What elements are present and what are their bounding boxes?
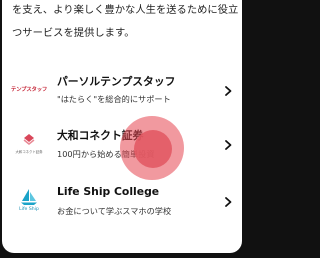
service-item-tempstaff[interactable]: テンプスタッフ パーソルテンプスタッフ "はたらく"を総合的にサポート xyxy=(2,64,242,118)
chevron-right-icon xyxy=(225,86,232,96)
service-name: Life Ship College xyxy=(57,185,160,198)
service-name: パーソルテンプスタッフ xyxy=(57,75,176,88)
life-ship-mark-icon xyxy=(21,189,37,205)
life-ship-logo: Life Ship xyxy=(14,185,44,215)
service-description: お金について学ぶスマホの学校 xyxy=(57,206,172,216)
service-item-life-ship-college[interactable]: Life Ship Life Ship College お金について学ぶスマホの… xyxy=(2,176,242,230)
tempstaff-logo: テンプスタッフ xyxy=(10,87,48,93)
chevron-right-icon xyxy=(225,140,232,150)
service-description: "はたらく"を総合的にサポート xyxy=(57,94,171,104)
app-frame: を支え、より楽しく豊かな人生を送るために役立つサービスを提供します。 テンプスタ… xyxy=(0,0,244,255)
tap-indicator-inner xyxy=(134,130,172,168)
chevron-right-icon xyxy=(225,197,232,207)
daiwa-connect-logo: 大和コネクト証券 xyxy=(14,128,44,158)
daiwa-connect-mark-icon xyxy=(23,133,35,145)
intro-paragraph: を支え、より楽しく豊かな人生を送るために役立つサービスを提供します。 xyxy=(12,4,239,39)
